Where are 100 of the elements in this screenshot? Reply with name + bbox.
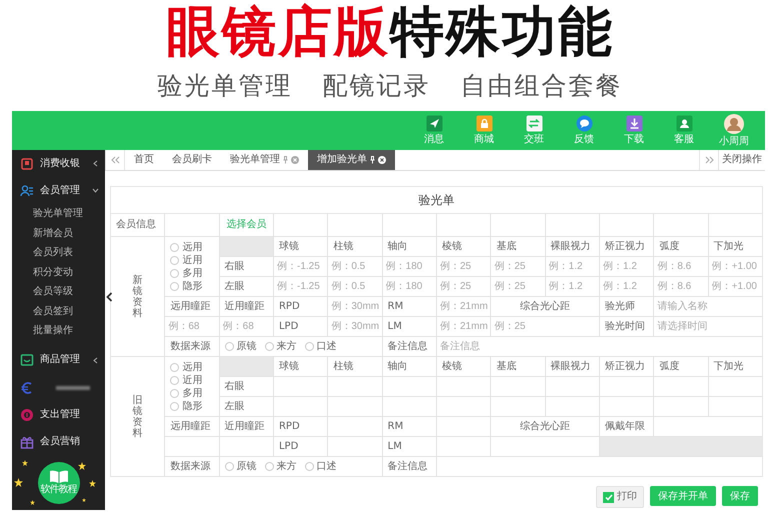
close-operations-button[interactable]: 关闭操作	[719, 150, 765, 170]
input-field[interactable]	[220, 437, 273, 456]
input-field[interactable]: 备注信息	[436, 337, 762, 356]
input-field[interactable]: 请选择时间	[654, 317, 762, 336]
book-icon	[48, 470, 68, 484]
input-field[interactable]: 例：21mm	[436, 297, 490, 316]
input-field[interactable]	[165, 437, 219, 456]
radio-button[interactable]: 原镜	[224, 340, 257, 353]
input-field[interactable]	[436, 397, 490, 416]
input-field[interactable]	[546, 377, 599, 396]
input-field[interactable]: 例：1.2	[546, 277, 599, 296]
input-field[interactable]	[436, 457, 762, 476]
tab[interactable]: 增加验光单	[308, 150, 395, 170]
input-field[interactable]	[328, 437, 382, 456]
input-field[interactable]: 例：25	[491, 317, 599, 336]
input-field[interactable]	[708, 397, 762, 416]
input-field[interactable]	[328, 377, 382, 396]
input-field[interactable]: 例：25	[491, 277, 545, 296]
input-field[interactable]: 例：0.5	[328, 257, 382, 276]
input-field[interactable]: 例：1.2	[600, 277, 654, 296]
input-field[interactable]	[436, 437, 490, 456]
input-field[interactable]	[274, 377, 328, 396]
input-field[interactable]	[600, 377, 654, 396]
row-label: 左眼	[220, 397, 273, 416]
scroll-left-icon[interactable]	[110, 156, 120, 164]
radio-button[interactable]: 来方	[264, 460, 297, 473]
sidebar-item[interactable]: 会员管理	[12, 177, 105, 204]
sidebar-subitem[interactable]: 新增会员	[12, 224, 73, 244]
input-field[interactable]	[654, 397, 708, 416]
input-field[interactable]: 例：21mm	[436, 317, 490, 336]
sidebar-subitem[interactable]: 会员列表	[12, 243, 73, 263]
sidebar-subitem[interactable]: 验光单管理	[12, 204, 83, 224]
input-field[interactable]: 例：68	[220, 317, 273, 336]
input-field[interactable]: 例：68	[165, 317, 219, 336]
radio-button[interactable]: 隐形	[170, 400, 202, 412]
table-cell	[708, 214, 762, 236]
field-label: 验光师	[600, 297, 654, 316]
radio-button[interactable]: 原镜	[224, 460, 257, 473]
sidebar-subitem[interactable]: 积分变动	[12, 262, 73, 282]
radio-button[interactable]: 来方	[264, 340, 297, 353]
radio-button[interactable]: 近用	[170, 374, 202, 386]
sidebar-subitem[interactable]: 批量操作	[12, 321, 73, 341]
sidebar-item[interactable]: 商品管理	[12, 346, 105, 374]
sidebar-subitem[interactable]: 会员等级	[12, 282, 73, 302]
input-field[interactable]: 例：-1.25	[274, 257, 328, 276]
input-field[interactable]	[654, 417, 762, 436]
radio-button[interactable]: 近用	[170, 254, 202, 266]
input-field[interactable]	[491, 397, 545, 416]
input-field[interactable]	[328, 417, 382, 436]
input-field[interactable]: 例：+1.00	[708, 257, 762, 276]
input-field[interactable]	[546, 397, 599, 416]
radio-button[interactable]: 口述	[304, 340, 337, 353]
column-header: 下加光	[708, 237, 762, 256]
input-field[interactable]: 例：180	[382, 277, 436, 296]
input-field[interactable]: 例：1.2	[600, 257, 654, 276]
radio-button[interactable]: 远用	[170, 240, 202, 254]
input-field[interactable]	[491, 437, 599, 456]
scroll-right-icon[interactable]	[704, 156, 714, 164]
input-field[interactable]	[708, 377, 762, 396]
sidebar-subitem[interactable]: 会员签到	[12, 302, 73, 322]
column-header: 下加光	[708, 357, 762, 376]
star-icon	[22, 460, 28, 466]
tab[interactable]: 会员刷卡	[163, 150, 221, 170]
input-field[interactable]: 例：30mm	[328, 317, 382, 336]
input-field[interactable]	[654, 377, 708, 396]
input-field[interactable]: 例：25	[436, 277, 490, 296]
tab[interactable]: 首页	[125, 150, 163, 170]
column-header: 裸眼视力	[546, 237, 599, 256]
input-field[interactable]: 请输入名称	[654, 297, 762, 316]
banner-title: 眼镜店版特殊功能	[166, 0, 614, 62]
input-field[interactable]	[436, 417, 490, 436]
input-field[interactable]: 例：8.6	[654, 257, 708, 276]
input-field[interactable]	[600, 397, 654, 416]
radio-button[interactable]: 口述	[304, 460, 337, 473]
input-field[interactable]: 例：25	[436, 257, 490, 276]
input-field[interactable]: 例：180	[382, 257, 436, 276]
input-field[interactable]: 例：25	[491, 257, 545, 276]
sidebar-item[interactable]: 消费收银	[12, 150, 105, 178]
input-field[interactable]	[436, 377, 490, 396]
input-field[interactable]	[491, 377, 545, 396]
input-field[interactable]	[382, 377, 436, 396]
input-field[interactable]: 例：8.6	[654, 277, 708, 296]
radio-button[interactable]: 多用	[170, 266, 202, 280]
input-field[interactable]: 例：1.2	[546, 257, 599, 276]
radio-button[interactable]: 隐形	[170, 280, 202, 292]
field-label: RM	[382, 417, 436, 436]
field-label: RPD	[274, 297, 328, 316]
input-field[interactable]: 例：+1.00	[708, 277, 762, 296]
input-field[interactable]	[274, 397, 328, 416]
input-field[interactable]	[382, 397, 436, 416]
input-field[interactable]: 例：-1.25	[274, 277, 328, 296]
sidebar-item[interactable]: 会员营销	[12, 428, 105, 456]
sidebar-item[interactable]: 支出管理	[12, 401, 105, 428]
print-checkbox[interactable]: 打印	[596, 486, 644, 508]
input-field[interactable]: 例：30mm	[328, 297, 382, 316]
input-field[interactable]: 例：0.5	[328, 277, 382, 296]
close-icon[interactable]	[378, 156, 386, 164]
input-field[interactable]	[328, 397, 382, 416]
radio-button[interactable]: 多用	[170, 386, 202, 400]
radio-button[interactable]: 远用	[170, 360, 202, 374]
